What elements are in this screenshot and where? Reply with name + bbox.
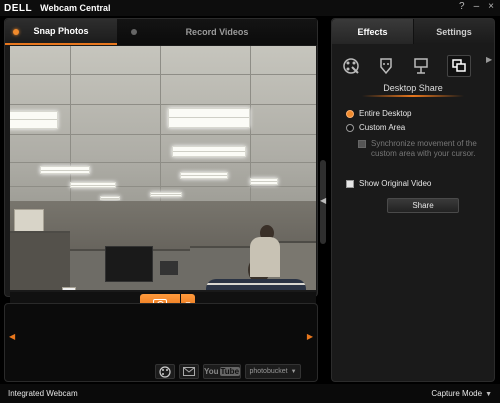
chevron-down-icon: ▼ [485, 391, 492, 398]
dell-logo: DELL [4, 2, 33, 14]
desktop-share-title: Desktop Share [383, 83, 443, 93]
gallery-next-arrow-icon[interactable]: ▶ [307, 332, 313, 341]
capture-mode-label: Capture Mode [431, 389, 483, 398]
entire-desktop-option[interactable]: Entire Desktop [346, 109, 411, 119]
gallery-toolbar: You Tube photobucket ▼ [155, 364, 301, 379]
show-original-option[interactable]: Show Original Video [346, 179, 431, 189]
status-bar: Integrated Webcam Capture Mode ▼ [0, 384, 500, 403]
show-original-label: Show Original Video [359, 179, 432, 188]
show-original-checkbox[interactable] [346, 180, 354, 188]
sync-option: Synchronize movement of the custom area … [358, 139, 488, 159]
email-button[interactable] [179, 364, 199, 379]
entire-desktop-label: Entire Desktop [359, 109, 412, 118]
face-tracking-icon[interactable] [377, 57, 395, 75]
sync-label: Synchronize movement of the custom area … [371, 139, 477, 158]
capture-mode-dropdown[interactable]: Capture Mode ▼ [431, 389, 492, 398]
custom-area-option[interactable]: Custom Area [346, 123, 405, 133]
tab-settings[interactable]: Settings [413, 19, 494, 44]
panel-tabs: Effects Settings [332, 19, 494, 44]
tab-record-videos-label: Record Videos [185, 27, 249, 37]
presentation-easel-icon[interactable] [412, 57, 430, 75]
tab-effects[interactable]: Effects [332, 19, 413, 44]
capture-panel: Snap Photos Record Videos [4, 18, 318, 316]
photobucket-label: photobucket [249, 368, 288, 375]
photobucket-upload-button[interactable]: photobucket ▼ [245, 364, 301, 379]
window-controls: ? – × [459, 1, 494, 12]
effects-icon-row [342, 54, 492, 78]
thumbnail-gallery: ◀ ▶ You Tube photobucket ▼ [4, 303, 318, 382]
youtube-you-label: You [203, 367, 219, 376]
active-dot-icon [13, 29, 19, 35]
inactive-dot-icon [131, 29, 137, 35]
capture-tabs: Snap Photos Record Videos [5, 19, 317, 45]
effects-panel: Effects Settings ▶ Desktop Share Entire … [331, 18, 495, 382]
apply-effects-button[interactable] [155, 364, 175, 379]
tab-snap-photos-label: Snap Photos [33, 26, 89, 36]
title-underline [362, 95, 464, 97]
tab-snap-photos[interactable]: Snap Photos [5, 19, 117, 45]
title-bar: DELL Webcam Central ? – × [0, 0, 500, 16]
custom-area-radio[interactable] [346, 124, 354, 132]
webcam-preview [10, 46, 316, 290]
mail-icon [183, 367, 195, 376]
effects-palette-icon [159, 365, 171, 378]
custom-area-label: Custom Area [359, 123, 406, 132]
sync-checkbox [358, 140, 366, 148]
close-button[interactable]: × [488, 1, 494, 12]
preview-ceiling [10, 46, 316, 206]
collapse-arrow-icon[interactable]: ◀ [320, 196, 326, 205]
help-button[interactable]: ? [459, 1, 465, 12]
desktop-share-icon[interactable] [447, 55, 471, 77]
effects-palette-icon[interactable] [342, 57, 360, 75]
share-button[interactable]: Share [387, 198, 459, 213]
preview-office [10, 201, 316, 290]
youtube-tube-label: Tube [219, 367, 241, 376]
chevron-right-icon[interactable]: ▶ [486, 55, 492, 64]
chevron-down-icon: ▼ [290, 368, 297, 375]
device-name: Integrated Webcam [8, 389, 78, 398]
gallery-prev-arrow-icon[interactable]: ◀ [9, 332, 15, 341]
entire-desktop-radio[interactable] [346, 110, 354, 118]
minimize-button[interactable]: – [474, 1, 480, 12]
youtube-upload-button[interactable]: You Tube [203, 364, 241, 379]
app-title: Webcam Central [40, 3, 111, 13]
tab-record-videos[interactable]: Record Videos [117, 19, 317, 45]
